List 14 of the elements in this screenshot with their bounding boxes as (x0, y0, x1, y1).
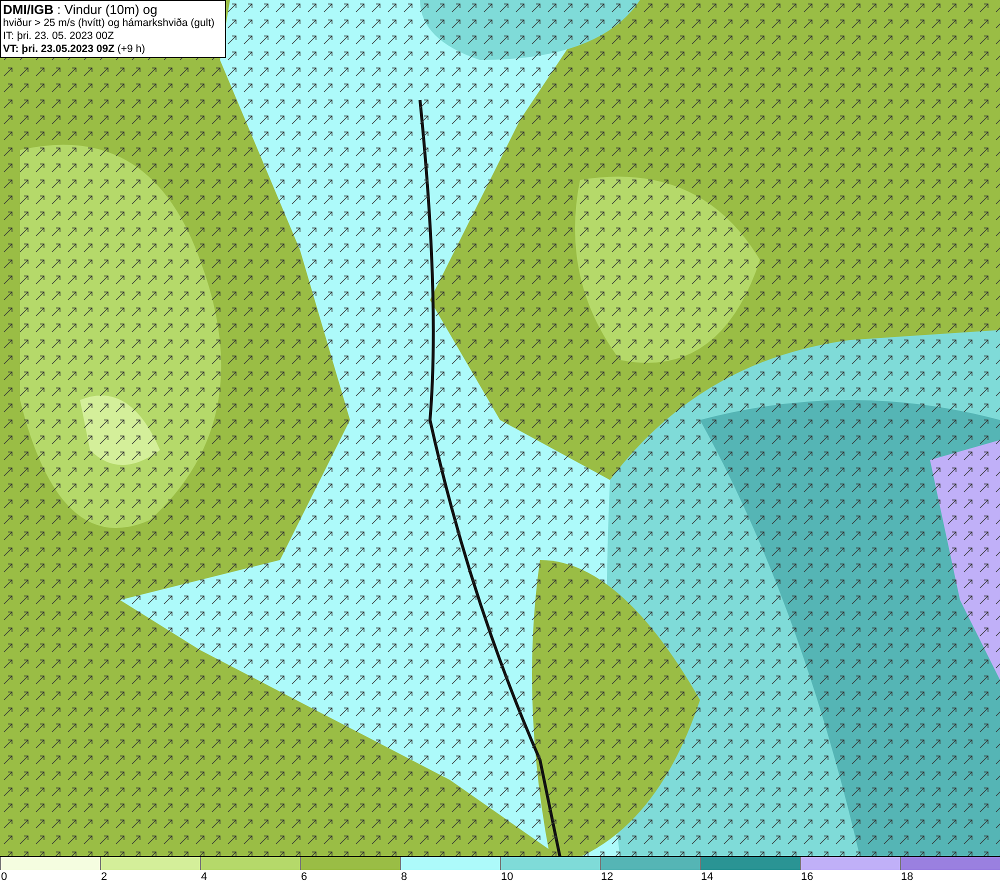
legend-label: 18 (900, 870, 914, 884)
info-text: DMI/IGB : Vindur (10m) og (3, 2, 158, 17)
legend-label: 14 (700, 870, 714, 884)
info-text: VT: þri. 23.05.2023 09Z (+9 h) (3, 43, 146, 56)
legend-label: 8 (400, 870, 408, 884)
legend-label: 4 (200, 870, 208, 884)
info-text: hviður > 25 m/s (hvítt) og hámarkshviða (gult) (3, 17, 216, 30)
legend-label: 6 (300, 870, 308, 884)
legend-label: 2 (100, 870, 108, 884)
legend-label: 12 (600, 870, 614, 884)
info-text: IT: þri. 23. 05. 2023 00Z (3, 30, 115, 43)
legend-label: 16 (800, 870, 814, 884)
legend-label: 10 (500, 870, 514, 884)
legend-label: 0 (0, 870, 8, 884)
